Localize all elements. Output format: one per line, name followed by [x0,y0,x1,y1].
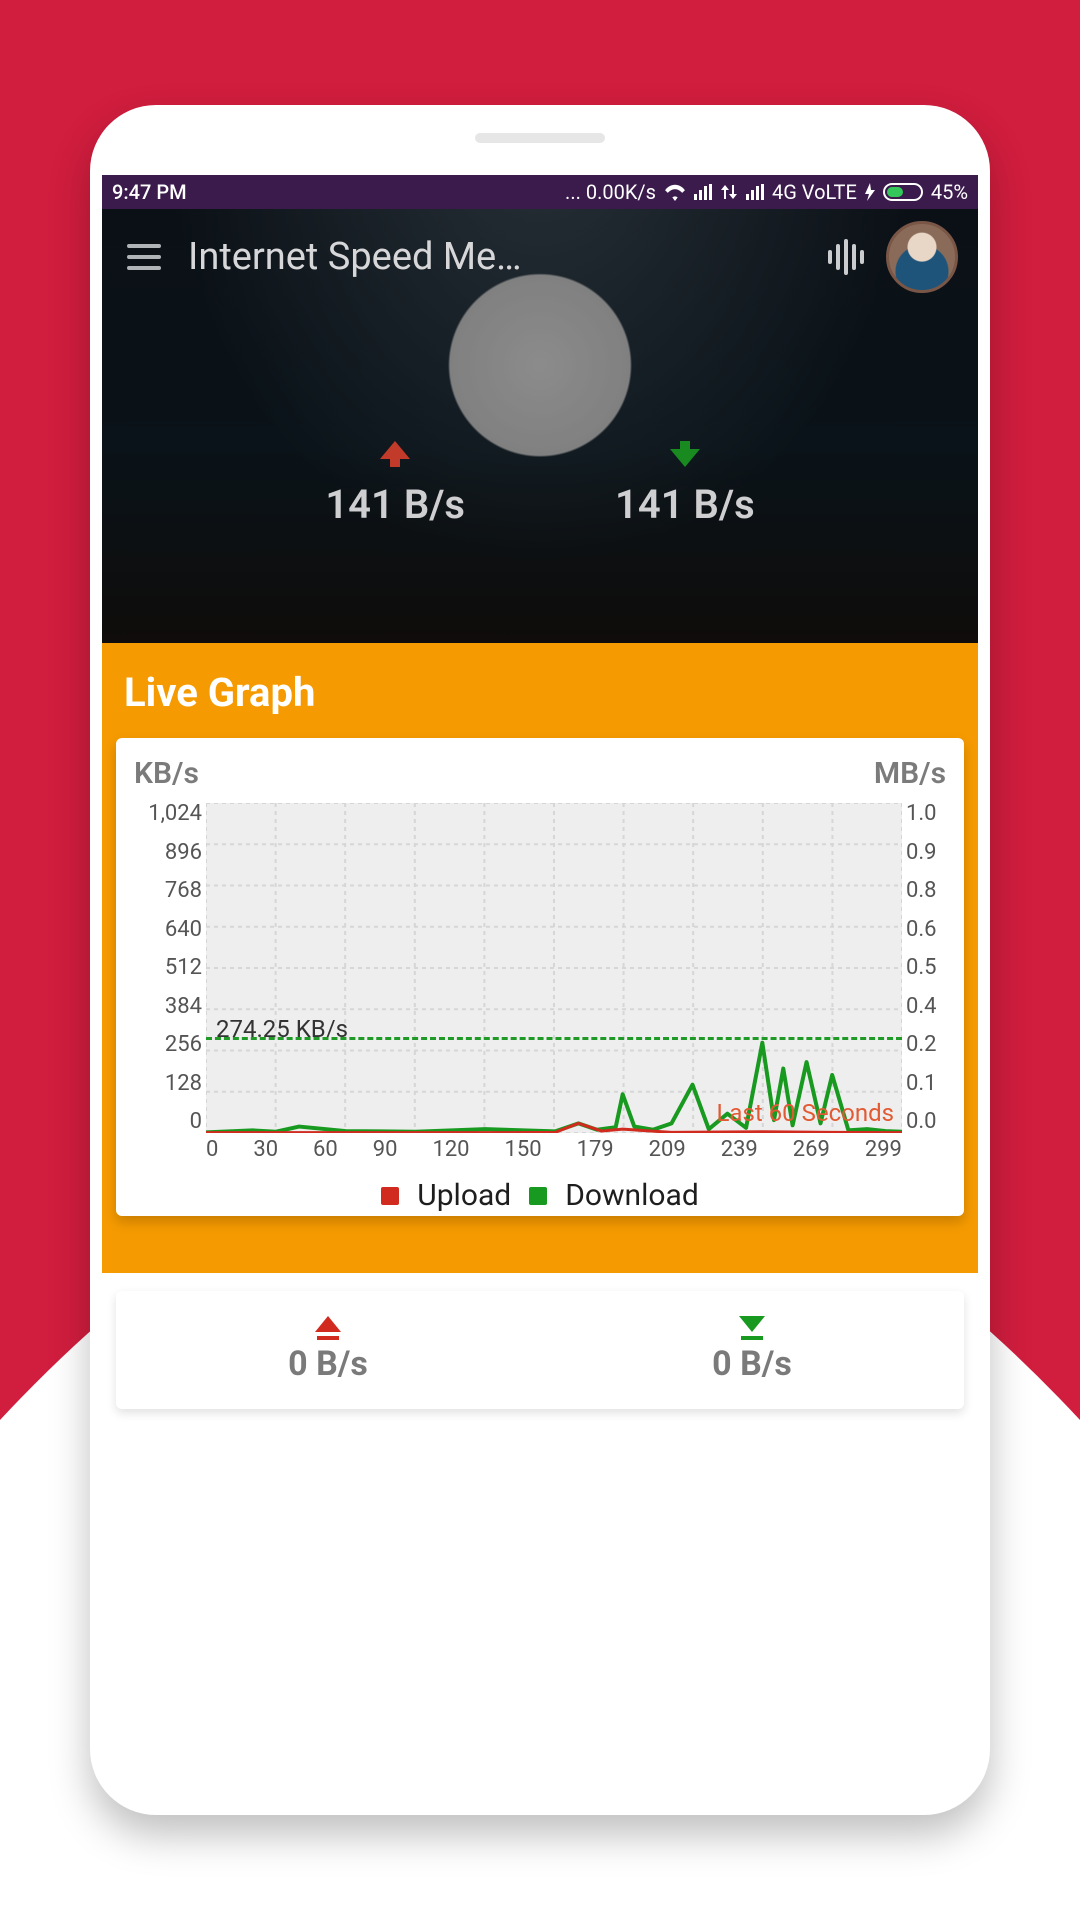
status-battery-percent: 45% [931,180,968,204]
upload-mini-icon [315,1316,341,1340]
bottom-upload: 0 B/s [116,1291,540,1409]
bottom-upload-value: 0 B/s [288,1344,368,1384]
chart-plot: 1,0248967686405123842561280 1.00.90.80.6… [130,803,950,1133]
phone-screen: 9:47 PM ... 0.00K/s 4G VoLTE [102,175,978,1785]
download-arrow-icon [670,441,700,471]
phone-speaker [475,133,605,143]
signal-icon [694,184,712,200]
legend-download-label: Download [565,1178,699,1213]
wifi-icon [664,183,686,201]
last-window-label: Last 60 Seconds [716,1099,894,1127]
app-bar: Internet Speed Me… [102,209,978,305]
hero-header: Internet Speed Me… 141 B/s 141 B/s [102,209,978,643]
legend-upload-label: Upload [417,1178,511,1213]
data-arrows-icon [720,183,738,201]
section-title: Live Graph [102,643,978,738]
status-time: 9:47 PM [112,180,187,204]
current-speeds: 141 B/s 141 B/s [102,441,978,528]
current-download-value: 141 B/s [615,481,755,528]
chart-legend: Upload Download [130,1162,950,1213]
current-upload-value: 141 B/s [325,481,465,528]
menu-button[interactable] [122,235,166,279]
right-axis-title: MB/s [874,756,946,791]
charging-icon [865,183,875,201]
left-axis-title: KB/s [134,756,199,791]
bottom-download-value: 0 B/s [712,1344,792,1384]
app-title: Internet Speed Me… [188,235,806,279]
download-mini-icon [739,1316,765,1340]
reference-line [206,1037,902,1040]
phone-frame: 9:47 PM ... 0.00K/s 4G VoLTE [90,105,990,1815]
chart-card: KB/s MB/s 1,0248967686405123842561280 1.… [116,738,964,1216]
os-status-bar: 9:47 PM ... 0.00K/s 4G VoLTE [102,175,978,209]
battery-icon [883,183,923,201]
upload-arrow-icon [380,441,410,471]
legend-upload-swatch [381,1187,399,1205]
legend-download-swatch [529,1187,547,1205]
bottom-speed-card: 0 B/s 0 B/s [116,1291,964,1409]
bottom-download: 0 B/s [540,1291,964,1409]
status-network-label: 4G VoLTE [772,180,857,204]
avatar-button[interactable] [886,221,958,293]
status-netspeed: ... 0.00K/s [565,180,656,204]
signal2-icon [746,184,764,200]
equalizer-icon[interactable] [828,239,864,275]
live-graph-section: Live Graph KB/s MB/s 1,02489676864051238… [102,643,978,1273]
current-upload: 141 B/s [325,441,465,528]
current-download: 141 B/s [615,441,755,528]
